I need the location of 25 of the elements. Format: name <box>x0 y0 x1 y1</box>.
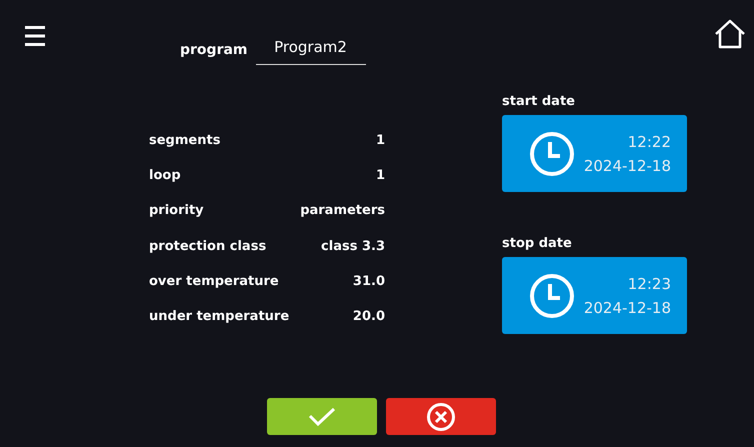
parameter-label: protection class <box>149 238 266 256</box>
date-label: stop date <box>502 236 573 251</box>
date-time-button[interactable]: 12:23 2024-12-18 <box>502 257 687 334</box>
parameter-value: 31.0 <box>352 274 385 291</box>
parameter-value: parameters <box>300 203 385 220</box>
parameter-label: over temperature <box>149 274 279 291</box>
parameter-value: 20.0 <box>352 308 385 326</box>
home-icon[interactable] <box>714 19 746 49</box>
parameter-value: 1 <box>376 133 385 150</box>
clock-icon <box>529 272 575 318</box>
parameter-label: segments <box>149 133 220 150</box>
parameter-value: class 3.3 <box>321 238 385 256</box>
close-icon <box>426 402 456 432</box>
menu-icon[interactable] <box>25 25 45 47</box>
program-label: program <box>180 42 248 58</box>
clock-icon <box>529 130 575 176</box>
parameter-label: loop <box>149 168 181 186</box>
date-time-button[interactable]: 12:22 2024-12-18 <box>502 115 687 192</box>
checkmark-icon <box>308 406 336 426</box>
date-label: start date <box>502 94 576 109</box>
parameter-label: under temperature <box>149 308 290 326</box>
parameter-value: 1 <box>376 168 385 186</box>
parameter-label: priority <box>149 203 204 220</box>
cancel-button[interactable] <box>386 398 496 435</box>
program-name-field[interactable]: Program2 <box>256 34 366 65</box>
